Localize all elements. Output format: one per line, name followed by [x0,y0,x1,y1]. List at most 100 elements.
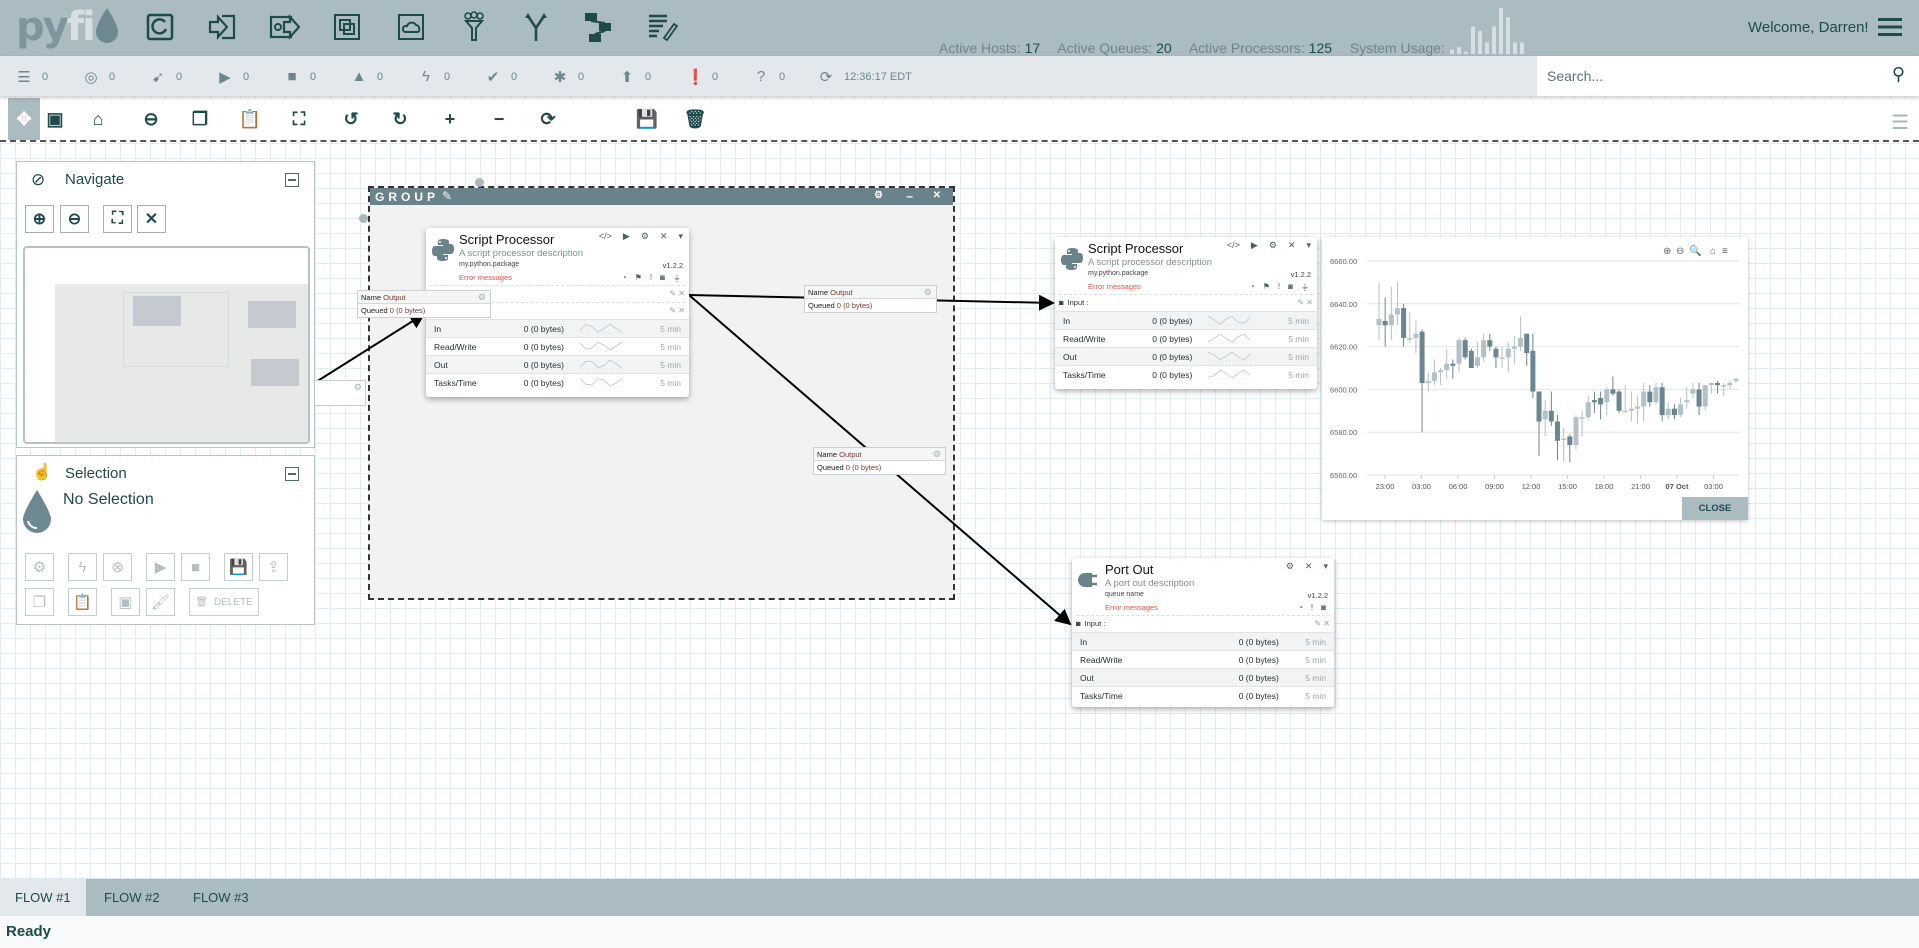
stop-button[interactable]: ■ [181,553,210,581]
collapse-icon[interactable] [285,173,299,187]
refresh-icon[interactable]: ⟳ [818,68,834,86]
copy-button[interactable]: ❐ [25,588,54,616]
candle-body[interactable] [1431,372,1437,381]
delete-button[interactable]: 🗑 DELETE [189,588,259,616]
candle-body[interactable] [1585,402,1591,418]
candle-body[interactable] [1659,387,1665,416]
chart-close-button[interactable]: CLOSE [1682,497,1748,520]
zoom-select-icon[interactable]: 🔍 [1689,244,1701,257]
chevron-down-icon[interactable]: ▾ [678,231,683,242]
candle-body[interactable] [1376,318,1382,326]
chevron-down-icon[interactable]: ▾ [1323,561,1328,572]
collapse-icon[interactable] [285,467,299,481]
input-row[interactable]: ◙ Input : ✎ ✕ [1059,294,1313,310]
status-target[interactable]: ◎ 0 [83,68,115,86]
candle-body[interactable] [1456,340,1462,364]
connection-line[interactable] [315,312,426,383]
candle-body[interactable] [1702,385,1708,407]
candle-body[interactable] [1536,391,1542,422]
status-check[interactable]: ✔ 0 [485,68,517,86]
paste-button[interactable]: 📋 [68,588,97,616]
zoom-in-button[interactable]: ⊕ [25,205,54,233]
candle-body[interactable] [1487,340,1493,347]
candle-body[interactable] [1678,404,1684,416]
gauge-icon[interactable]: ◔ [622,273,627,284]
candle-body[interactable] [1388,314,1394,326]
candle-body[interactable] [1499,357,1505,359]
status-asterisk[interactable]: ✱ 0 [552,68,584,86]
socket-icon[interactable]: ◙ [1288,282,1293,293]
candle-body[interactable] [1708,382,1714,386]
candle-body[interactable] [1591,400,1597,403]
candle-body[interactable] [1715,382,1721,386]
gear-icon[interactable]: ⚙ [1269,240,1277,251]
chevron-down-icon[interactable]: ▾ [1306,240,1311,251]
candle-body[interactable] [1401,308,1407,339]
flag-icon[interactable]: ⚑ [1263,282,1270,293]
candlestick-chart[interactable]: 6660.00 6640.00 6620.00 6600.00 6580.00 6560.… [1322,237,1748,520]
candle-body[interactable] [1628,408,1634,411]
candle-body[interactable] [1665,408,1671,416]
candle-body[interactable] [1462,340,1468,358]
search-input[interactable] [1547,64,1867,88]
zoom-in-icon[interactable]: ⊕ [1663,246,1671,257]
candle-body[interactable] [1733,378,1739,381]
candle-body[interactable] [1450,363,1456,366]
group-button[interactable]: ▣ [111,588,140,616]
candle-body[interactable] [1518,338,1524,347]
socket-icon[interactable]: ◙ [1321,603,1326,612]
close-icon[interactable]: ✕ [1288,240,1296,251]
status-list[interactable]: ☰ 0 [16,68,48,86]
candle-body[interactable] [1511,346,1517,349]
group-resize-handle[interactable] [359,214,368,223]
candle-body[interactable] [1555,421,1560,441]
start-button[interactable]: ▶ [146,553,175,581]
socket-icon[interactable]: ◙ [660,273,665,284]
candle-body[interactable] [1407,338,1413,340]
exclamation-icon[interactable]: ! [1278,282,1280,293]
status-refresh[interactable]: ⟳ 12:36:17 EDT [818,68,912,86]
connection-label[interactable]: Name Output ⚙ Queued 0 (0 bytes) [357,290,491,318]
enable-button[interactable]: ϟ [68,553,97,581]
gauge-icon[interactable]: ◔ [1298,603,1303,612]
zoom-out-button[interactable]: ⊖ [60,205,89,233]
candle-body[interactable] [1727,382,1733,386]
plug-icon[interactable]: ⏚ [673,273,681,284]
candle-body[interactable] [1567,436,1573,446]
candle-body[interactable] [1598,397,1604,405]
exclamation-icon[interactable]: ! [1311,603,1313,612]
home-icon[interactable]: ⌂ [1710,246,1716,257]
gear-icon[interactable]: ⚙ [478,292,486,303]
play-icon[interactable]: ▶ [623,231,630,242]
connection-label[interactable]: Name Output ⚙ Queued 0 (0 bytes) [804,285,937,313]
gear-icon[interactable]: ⚙ [641,231,649,242]
candle-body[interactable] [1444,363,1450,371]
close-icon[interactable]: ✕ [1305,561,1313,572]
play-icon[interactable]: ▶ [1251,240,1258,251]
disable-button[interactable]: ⊗ [103,553,132,581]
candle-body[interactable] [1647,391,1653,403]
candle-body[interactable] [1382,320,1388,326]
candle-body[interactable] [1425,380,1431,383]
status-play[interactable]: ▶ 0 [217,68,249,86]
status-exclamation-circle[interactable]: ❗ 0 [686,68,718,86]
script-processor-card[interactable]: Script Processor A script processor descr… [1055,237,1317,389]
gauge-icon[interactable]: ◔ [1250,282,1255,293]
status-stop[interactable]: ■ 0 [284,68,316,85]
gear-icon[interactable]: ⚙ [354,382,362,393]
candle-body[interactable] [1579,417,1585,419]
edit-icon[interactable]: ✎ ✕ [1314,619,1330,628]
candle-body[interactable] [1671,408,1677,416]
candle-body[interactable] [1530,350,1536,392]
code-icon[interactable]: </> [599,231,612,242]
configure-button[interactable]: ⚙ [25,553,54,581]
port-out-card[interactable]: Port Out A port out description queue name… [1072,558,1334,707]
status-warning[interactable]: ▲ 0 [351,68,384,85]
candle-body[interactable] [1394,308,1400,315]
candle-body[interactable] [1684,400,1690,403]
status-upload-circle[interactable]: ⬆ 0 [619,68,651,86]
connection-label[interactable]: Name Output ⚙ Queued 0 (0 bytes) [813,447,946,475]
status-bolt[interactable]: ϟ0 [418,68,450,85]
candle-body[interactable] [1653,387,1659,403]
actual-size-button[interactable]: ✕ [137,205,166,233]
